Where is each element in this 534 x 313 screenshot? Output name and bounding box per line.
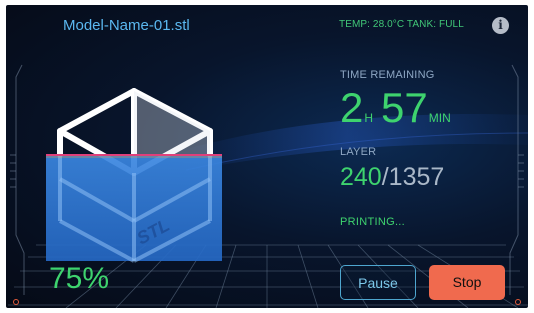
hours-unit: H: [364, 111, 374, 125]
layer-separator: /: [381, 163, 389, 191]
hours-value: 2: [340, 84, 364, 131]
stop-button[interactable]: Stop: [429, 265, 505, 300]
layer-counter: 240/1357: [340, 163, 444, 191]
minutes-value: 57: [381, 84, 428, 131]
time-remaining-value: 2H 57MIN: [340, 87, 459, 129]
time-remaining-label: TIME REMAINING: [340, 69, 435, 81]
progress-percent: 75%: [49, 262, 110, 295]
corner-dot-left: [13, 299, 19, 305]
layer-total: 1357: [388, 163, 445, 191]
layer-label: LAYER: [340, 146, 377, 158]
layer-current: 240: [340, 163, 382, 191]
info-icon[interactable]: i: [492, 17, 509, 34]
minutes-unit: MIN: [428, 111, 451, 125]
file-name: Model-Name-01.stl: [63, 17, 190, 34]
corner-dot-right: [515, 299, 521, 305]
pause-button[interactable]: Pause: [340, 265, 416, 300]
printer-screen: STL Model-Name-01.stl TEMP: 28.0°C TANK:…: [6, 5, 528, 308]
print-status: PRINTING...: [340, 216, 406, 228]
temperature-tank-status: TEMP: 28.0°C TANK: FULL: [339, 19, 464, 30]
